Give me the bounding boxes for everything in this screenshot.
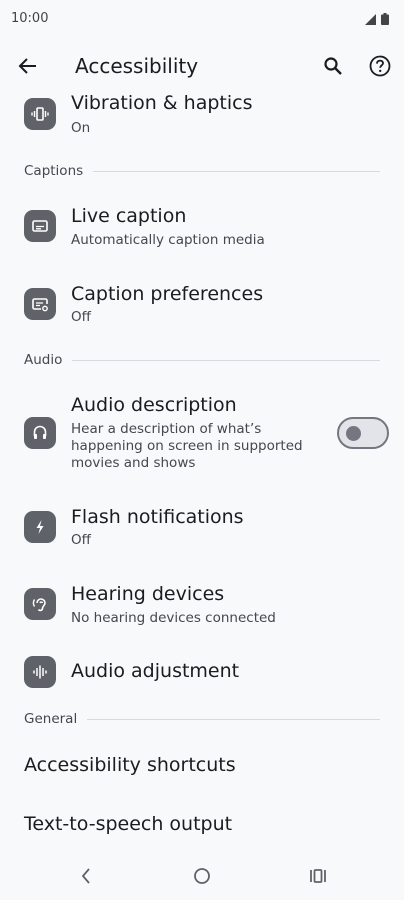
search-icon — [324, 57, 342, 75]
nav-recents-button[interactable] — [306, 864, 330, 888]
caption-preferences-subtitle: Off — [71, 309, 91, 325]
page-title: Accessibility — [75, 54, 199, 78]
audio-adjustment-item[interactable]: Audio adjustment — [0, 656, 404, 692]
section-general-label: General — [24, 711, 78, 727]
vibration-haptics-item[interactable]: Vibration & haptics On — [0, 92, 404, 142]
toggle-knob — [346, 426, 361, 441]
section-general: General — [24, 710, 380, 728]
hearing-icon — [24, 588, 56, 620]
help-icon — [369, 55, 391, 77]
section-captions-label: Captions — [24, 163, 84, 179]
hearing-devices-item[interactable]: Hearing devices No hearing devices conne… — [0, 583, 404, 633]
accessibility-shortcuts-item[interactable]: Accessibility shortcuts — [24, 754, 236, 776]
audio-description-subtitle: Hear a description of what’s happening o… — [71, 421, 303, 471]
navigation-bar — [0, 852, 404, 900]
audio-adjustment-title: Audio adjustment — [71, 660, 240, 682]
section-divider — [87, 718, 380, 720]
section-divider — [72, 359, 380, 361]
caption-preferences-title: Caption preferences — [71, 283, 264, 305]
live-caption-subtitle: Automatically caption media — [71, 232, 265, 248]
battery-icon — [381, 13, 389, 25]
hearing-devices-subtitle: No hearing devices connected — [71, 610, 276, 626]
search-button[interactable] — [319, 52, 347, 80]
nav-recents-icon — [310, 869, 326, 883]
help-button[interactable] — [366, 52, 394, 80]
flash-icon — [24, 511, 56, 543]
vibration-haptics-title: Vibration & haptics — [71, 92, 253, 114]
section-divider — [93, 170, 380, 172]
screen: 10:00 Accessibility Vibration & haptics … — [0, 0, 404, 900]
flash-notifications-title: Flash notifications — [71, 506, 244, 528]
status-time: 10:00 — [11, 11, 49, 26]
live-caption-icon — [24, 210, 56, 242]
caption-preferences-icon — [24, 288, 56, 320]
live-caption-title: Live caption — [71, 205, 187, 227]
app-bar: Accessibility — [0, 38, 404, 94]
status-icons — [365, 13, 389, 25]
caption-preferences-item[interactable]: Caption preferences Off — [0, 283, 404, 333]
status-bar: 10:00 — [0, 0, 404, 38]
audio-adjustment-icon — [24, 656, 56, 688]
flash-notifications-subtitle: Off — [71, 532, 91, 548]
flash-notifications-item[interactable]: Flash notifications Off — [0, 506, 404, 556]
audio-description-title: Audio description — [71, 394, 237, 416]
arrow-back-icon — [18, 58, 36, 74]
section-audio-label: Audio — [24, 352, 63, 368]
hearing-devices-title: Hearing devices — [71, 583, 225, 605]
vibration-haptics-subtitle: On — [71, 120, 91, 136]
section-captions: Captions — [24, 162, 380, 180]
signal-icon — [365, 14, 376, 25]
back-button[interactable] — [14, 52, 42, 80]
nav-home-button[interactable] — [190, 864, 214, 888]
nav-home-icon — [194, 868, 210, 884]
section-audio: Audio — [24, 351, 380, 369]
vibration-icon — [24, 98, 56, 130]
live-caption-item[interactable]: Live caption Automatically caption media — [0, 205, 404, 255]
text-to-speech-item[interactable]: Text-to-speech output — [24, 813, 232, 835]
nav-back-button[interactable] — [74, 864, 98, 888]
audio-description-toggle[interactable] — [337, 417, 389, 449]
audio-description-icon — [24, 417, 56, 449]
nav-back-icon — [81, 868, 90, 884]
